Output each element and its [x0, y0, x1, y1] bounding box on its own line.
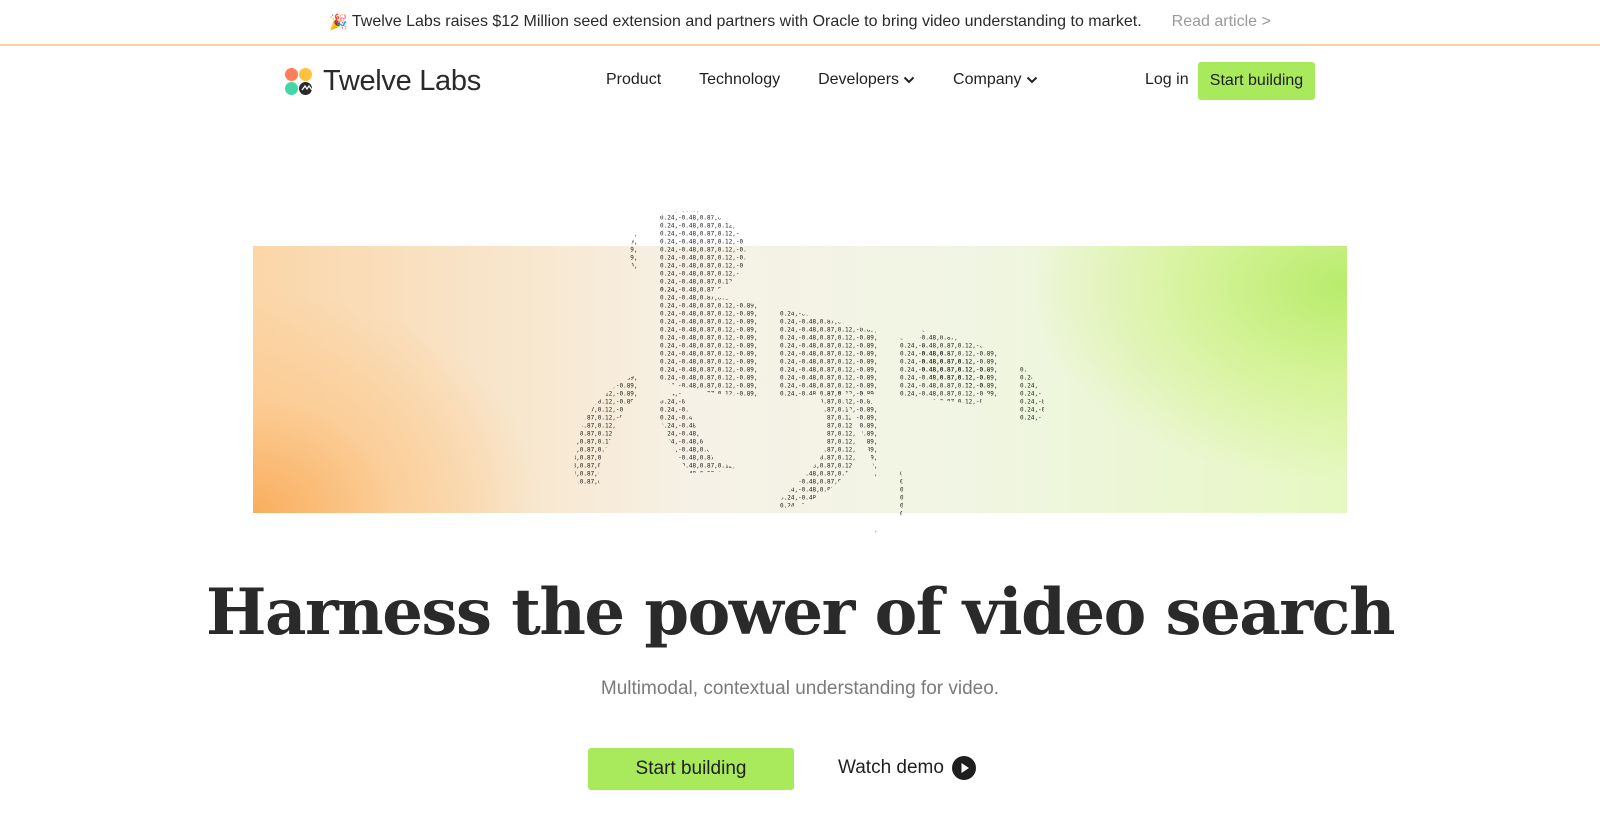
party-popper-icon: 🎉	[329, 14, 348, 31]
logo-mark-icon	[285, 67, 313, 96]
nav-item-label: Company	[953, 71, 1022, 88]
hero-subtext: Multimodal, contextual understanding for…	[600, 678, 1000, 699]
announcement-bar: 🎉 Twelve Labs raises $12 Million seed ex…	[0, 0, 1600, 46]
watch-demo-label: Watch demo	[838, 757, 944, 778]
nav-item-label: Technology	[699, 71, 781, 88]
main-menu: Product Technology Developers Company	[606, 71, 1076, 89]
chevron-down-icon	[1026, 76, 1037, 84]
watch-demo-button[interactable]: Watch demo	[838, 756, 976, 780]
announcement-text: Twelve Labs raises $12 Million seed exte…	[351, 13, 1142, 30]
nav-item-product[interactable]: Product	[606, 71, 661, 89]
play-icon	[951, 756, 976, 780]
top-navigation: Twelve Labs Product Technology Developer…	[0, 47, 1600, 117]
login-link[interactable]: Log in	[1145, 71, 1189, 89]
chevron-down-icon	[903, 76, 915, 84]
nav-item-label: Developers	[818, 71, 900, 88]
brand-logo[interactable]: Twelve Labs	[285, 65, 481, 98]
nav-item-developers[interactable]: Developers	[818, 71, 915, 89]
nav-item-label: Product	[606, 71, 662, 88]
start-building-nav-button[interactable]: Start building	[1198, 62, 1315, 100]
nav-item-company[interactable]: Company	[953, 71, 1037, 89]
brand-name: Twelve Labs	[323, 65, 481, 97]
start-building-hero-button[interactable]: Start building	[588, 748, 794, 790]
nav-item-technology[interactable]: Technology	[699, 71, 780, 89]
hero-headline: Harness the power of video search	[206, 575, 1395, 650]
read-article-link[interactable]: Read article >	[1172, 13, 1271, 31]
running-figure-illustration: 0.24,-0.48,0.87,0.12,-0.89,	[574, 211, 1045, 535]
